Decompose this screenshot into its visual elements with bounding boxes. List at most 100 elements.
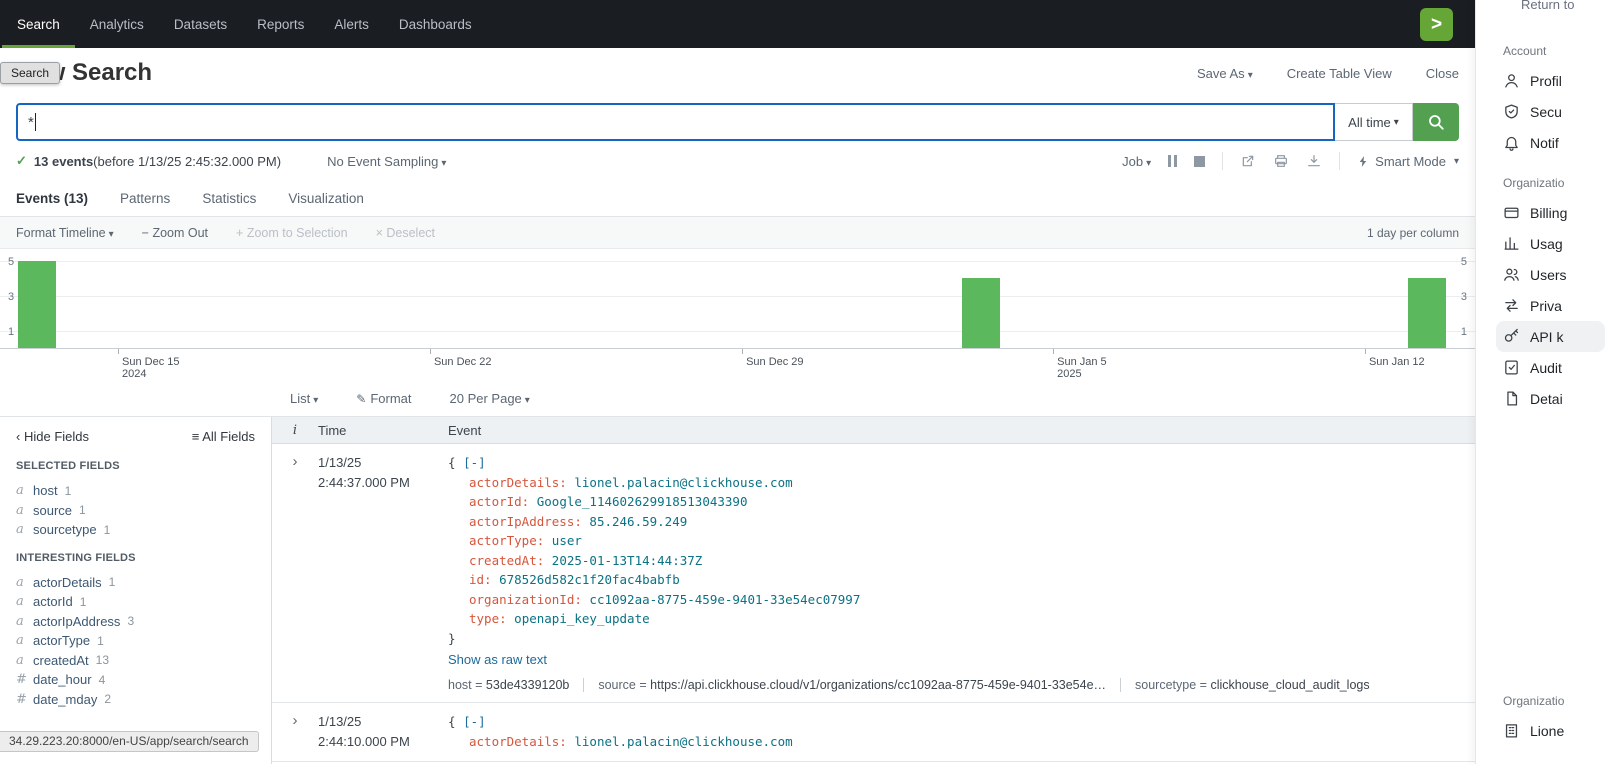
zoom-out-button[interactable]: − Zoom Out	[142, 226, 208, 240]
timeline-bar[interactable]	[18, 261, 56, 349]
json-key[interactable]: createdAt:	[469, 553, 544, 568]
event-date: 1/13/25	[318, 712, 448, 732]
timeline-bar[interactable]	[962, 278, 1000, 348]
json-key[interactable]: id:	[469, 572, 492, 587]
event-expander-icon[interactable]: ›	[272, 453, 318, 692]
all-fields-button[interactable]: ≡ All Fields	[192, 429, 255, 444]
json-value[interactable]: 85.246.59.249	[589, 514, 687, 529]
json-value[interactable]: 2025-01-13T14:44:37Z	[552, 553, 703, 568]
settings-item-organization[interactable]: Lione	[1476, 715, 1605, 746]
field-name[interactable]: sourcetype	[33, 522, 97, 537]
field-name[interactable]: createdAt	[33, 653, 89, 668]
json-key[interactable]: organizationId:	[469, 592, 582, 607]
field-item[interactable]: aactorDetails1	[16, 573, 255, 593]
tab-events[interactable]: Events (13)	[16, 191, 88, 216]
close-button[interactable]: Close	[1426, 66, 1459, 81]
stop-icon[interactable]	[1194, 156, 1205, 167]
json-collapse-toggle[interactable]: [-]	[463, 455, 486, 470]
settings-item-details[interactable]: Detai	[1476, 383, 1605, 414]
field-name[interactable]: source	[33, 503, 72, 518]
nav-item-alerts[interactable]: Alerts	[319, 0, 384, 48]
tab-visualization[interactable]: Visualization	[288, 191, 364, 216]
save-as-button[interactable]: Save As▾	[1197, 66, 1253, 81]
field-item[interactable]: aactorId1	[16, 592, 255, 612]
show-raw-link[interactable]: Show as raw text	[448, 652, 547, 667]
meta-value: 53de4339120b	[486, 678, 569, 692]
field-item[interactable]: aactorIpAddress3	[16, 612, 255, 632]
nav-item-search[interactable]: Search	[2, 0, 75, 48]
nav-item-analytics[interactable]: Analytics	[75, 0, 159, 48]
time-range-picker[interactable]: All time▾	[1335, 103, 1413, 141]
create-table-view-button[interactable]: Create Table View	[1287, 66, 1392, 81]
tab-statistics[interactable]: Statistics	[202, 191, 256, 216]
json-key[interactable]: type:	[469, 611, 507, 626]
settings-item-usage[interactable]: Usag	[1476, 228, 1605, 259]
field-name[interactable]: actorId	[33, 594, 73, 609]
deselect-button[interactable]: × Deselect	[376, 226, 435, 240]
field-item[interactable]: #date_mday2	[16, 690, 255, 710]
nav-item-reports[interactable]: Reports	[242, 0, 319, 48]
search-input[interactable]: *	[16, 103, 1335, 141]
field-item[interactable]: acreatedAt13	[16, 651, 255, 671]
field-item[interactable]: asourcetype1	[16, 520, 255, 540]
json-value[interactable]: Google_114602629918513043390	[537, 494, 748, 509]
settings-item-security[interactable]: Secu	[1476, 96, 1605, 127]
job-menu[interactable]: Job▾	[1122, 154, 1151, 169]
pause-icon[interactable]	[1168, 155, 1177, 167]
list-view-dropdown[interactable]: List▾	[290, 391, 318, 406]
field-item[interactable]: #date_hour4	[16, 670, 255, 690]
return-to-link[interactable]: Return to	[1521, 0, 1574, 12]
zoom-to-selection-button[interactable]: + Zoom to Selection	[236, 226, 348, 240]
field-name[interactable]: date_hour	[33, 672, 92, 687]
hide-fields-button[interactable]: ‹ Hide Fields	[16, 429, 89, 444]
nav-item-dashboards[interactable]: Dashboards	[384, 0, 487, 48]
field-item[interactable]: aactorType1	[16, 631, 255, 651]
field-item[interactable]: asource1	[16, 501, 255, 521]
nav-item-datasets[interactable]: Datasets	[159, 0, 242, 48]
json-key[interactable]: actorDetails:	[469, 734, 567, 749]
json-value[interactable]: user	[552, 533, 582, 548]
timeline-bar[interactable]	[1408, 278, 1446, 348]
field-item[interactable]: ahost1	[16, 481, 255, 501]
print-icon[interactable]	[1273, 153, 1289, 169]
settings-item-users[interactable]: Users	[1476, 259, 1605, 290]
json-collapse-toggle[interactable]: [-]	[463, 714, 486, 729]
field-name[interactable]: actorType	[33, 633, 90, 648]
event-sampling-dropdown[interactable]: No Event Sampling▾	[327, 154, 446, 169]
settings-item-audit[interactable]: Audit	[1476, 352, 1605, 383]
settings-item-notifications[interactable]: Notif	[1476, 127, 1605, 158]
json-key[interactable]: actorId:	[469, 494, 529, 509]
json-key[interactable]: actorType:	[469, 533, 544, 548]
json-key[interactable]: actorDetails:	[469, 475, 567, 490]
per-page-dropdown[interactable]: 20 Per Page▾	[450, 391, 530, 406]
json-value[interactable]: cc1092aa-8775-459e-9401-33e54ec07997	[589, 592, 860, 607]
field-name[interactable]: date_mday	[33, 692, 97, 707]
json-value[interactable]: lionel.palacin@clickhouse.com	[574, 734, 792, 749]
event-expander-icon[interactable]: ›	[272, 712, 318, 751]
search-button[interactable]	[1413, 103, 1459, 141]
splunk-logo[interactable]: >	[1420, 8, 1453, 41]
meta-field-host[interactable]: host = 53de4339120b	[448, 678, 569, 692]
download-icon[interactable]	[1306, 153, 1322, 169]
tab-patterns[interactable]: Patterns	[120, 191, 170, 216]
field-name[interactable]: actorDetails	[33, 575, 102, 590]
settings-item-api-key[interactable]: API k	[1496, 321, 1605, 352]
settings-item-private[interactable]: Priva	[1476, 290, 1605, 321]
settings-item-label: Users	[1530, 267, 1567, 283]
field-name[interactable]: host	[33, 483, 58, 498]
field-name[interactable]: actorIpAddress	[33, 614, 120, 629]
share-icon[interactable]	[1240, 153, 1256, 169]
meta-field-source[interactable]: source = https://api.clickhouse.cloud/v1…	[598, 678, 1106, 692]
settings-item-profile[interactable]: Profil	[1476, 65, 1605, 96]
json-value[interactable]: lionel.palacin@clickhouse.com	[574, 475, 792, 490]
format-button[interactable]: ✎Format	[356, 391, 411, 406]
format-timeline-dropdown[interactable]: Format Timeline▾	[16, 226, 114, 240]
search-mode-dropdown[interactable]: Smart Mode▾	[1357, 154, 1459, 169]
chevron-down-icon: ▾	[313, 395, 318, 406]
settings-item-billing[interactable]: Billing	[1476, 197, 1605, 228]
json-value[interactable]: 678526d582c1f20fac4babfb	[499, 572, 680, 587]
events-rows: ›1/13/252:44:37.000 PM{ [-]actorDetails:…	[272, 444, 1475, 762]
json-key[interactable]: actorIpAddress:	[469, 514, 582, 529]
meta-field-sourcetype[interactable]: sourcetype = clickhouse_cloud_audit_logs	[1135, 678, 1370, 692]
json-value[interactable]: openapi_key_update	[514, 611, 649, 626]
